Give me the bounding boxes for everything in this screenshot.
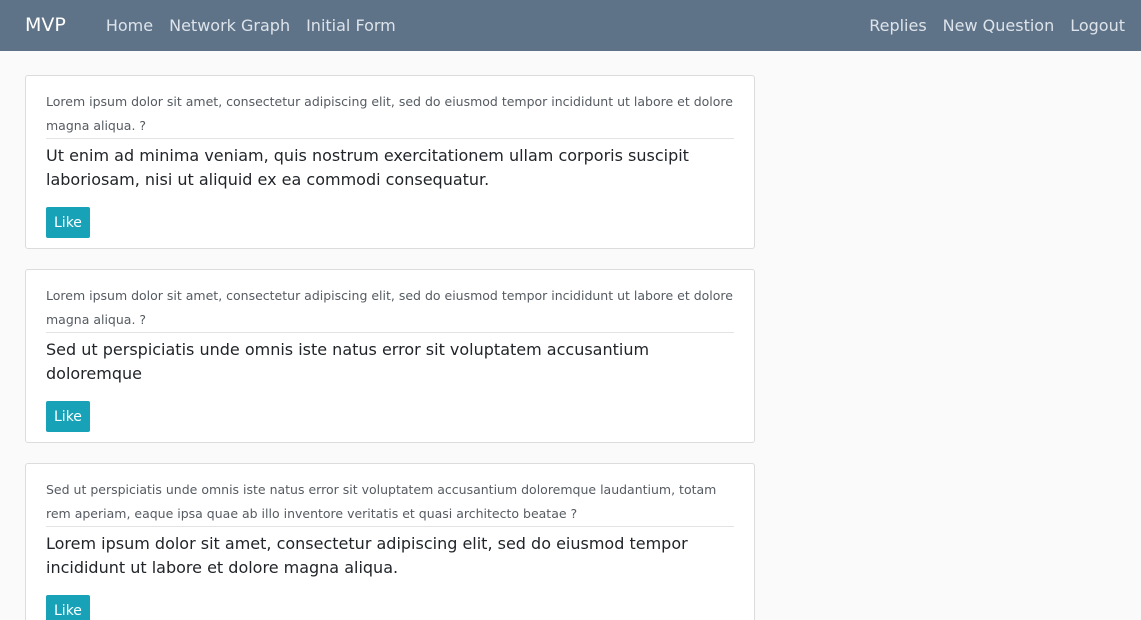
nav-link-home[interactable]: Home — [98, 17, 161, 34]
reply-feed: Lorem ipsum dolor sit amet, consectetur … — [0, 51, 755, 620]
nav-link-initial-form[interactable]: Initial Form — [298, 17, 404, 34]
question-text: Sed ut perspiciatis unde omnis iste natu… — [46, 478, 734, 527]
top-navbar: MVP Home Network Graph Initial Form Repl… — [0, 0, 1141, 51]
answer-text: Sed ut perspiciatis unde omnis iste natu… — [46, 340, 650, 383]
nav-link-new-question[interactable]: New Question — [935, 17, 1063, 34]
nav-left-group: Home Network Graph Initial Form — [98, 17, 404, 34]
nav-right-group: Replies New Question Logout — [861, 17, 1125, 34]
reply-card: Lorem ipsum dolor sit amet, consectetur … — [25, 75, 755, 249]
nav-link-network-graph[interactable]: Network Graph — [161, 17, 298, 34]
like-button[interactable]: Like — [46, 595, 90, 620]
answer-text: Ut enim ad minima veniam, quis nostrum e… — [46, 146, 689, 189]
question-text: Lorem ipsum dolor sit amet, consectetur … — [46, 284, 734, 333]
like-button[interactable]: Like — [46, 207, 90, 238]
question-text: Lorem ipsum dolor sit amet, consectetur … — [46, 90, 734, 139]
like-button[interactable]: Like — [46, 401, 90, 432]
nav-link-logout[interactable]: Logout — [1062, 17, 1125, 34]
answer-text: Lorem ipsum dolor sit amet, consectetur … — [46, 534, 688, 577]
brand-logo[interactable]: MVP — [25, 16, 66, 35]
reply-card: Sed ut perspiciatis unde omnis iste natu… — [25, 463, 755, 620]
reply-card: Lorem ipsum dolor sit amet, consectetur … — [25, 269, 755, 443]
nav-link-replies[interactable]: Replies — [861, 17, 934, 34]
